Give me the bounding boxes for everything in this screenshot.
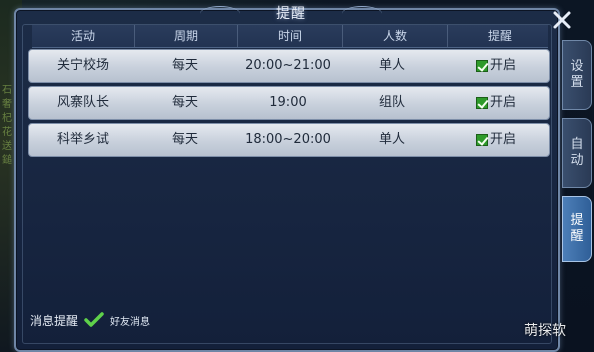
column-header-time: 时间	[238, 25, 343, 47]
message-remind-footer: 消息提醒 好友消息	[30, 308, 150, 332]
activity-people: 单人	[378, 58, 405, 73]
column-header-remind: 提醒	[487, 29, 512, 43]
activity-time: 18:00~20:00	[245, 132, 331, 147]
tab-remind-char-2: 醒	[570, 229, 584, 244]
tab-settings-char-1: 设	[570, 59, 584, 74]
title-ornament-left	[200, 6, 240, 21]
table-row[interactable]: 风寨队长 每天 19:00 组队 开启	[28, 86, 550, 120]
remind-toggle[interactable]: 开启	[444, 50, 548, 82]
table-row[interactable]: 科举乡试 每天 18:00~20:00 单人 开启	[28, 123, 550, 157]
table-header: 活动 周期 时间 人数 提醒	[32, 25, 548, 48]
checkbox-checked-icon[interactable]	[475, 97, 488, 109]
activity-cycle: 每天	[171, 132, 198, 147]
checkmark-icon[interactable]	[84, 311, 104, 329]
activity-people: 单人	[378, 132, 405, 147]
activity-list: 关宁校场 每天 20:00~21:00 单人 开启 风寨队长 每天 19:00 …	[28, 49, 550, 160]
tab-auto[interactable]: 自 动	[562, 118, 592, 188]
activity-name: 关宁校场	[56, 58, 109, 73]
tab-remind[interactable]: 提 醒	[562, 196, 592, 262]
remind-label: 开启	[489, 132, 516, 147]
remind-label: 开启	[489, 58, 516, 73]
remind-toggle[interactable]: 开启	[444, 124, 548, 156]
remind-label: 开启	[489, 95, 516, 110]
tab-auto-char-2: 动	[570, 153, 584, 168]
game-screen: 石奢杞花送鎚 提醒 活动 周期 时间 人数 提醒 关宁校场 每天 20:00~2…	[0, 0, 594, 352]
tab-settings-char-2: 置	[570, 75, 584, 90]
tab-remind-char-1: 提	[570, 213, 584, 228]
title-ornament-right	[342, 6, 382, 21]
title-bar: 提醒	[200, 2, 382, 24]
activity-cycle: 每天	[171, 95, 198, 110]
window-title: 提醒	[276, 6, 306, 22]
close-icon[interactable]	[550, 8, 574, 32]
activity-cycle: 每天	[171, 58, 198, 73]
activity-name: 科举乡试	[56, 132, 109, 147]
column-header-cycle: 周期	[135, 25, 238, 47]
tab-settings[interactable]: 设 置	[562, 40, 592, 110]
column-header-people: 人数	[343, 25, 448, 47]
activity-time: 19:00	[269, 95, 307, 110]
watermark-logo: 萌探软	[524, 323, 566, 339]
column-header-activity: 活动	[32, 25, 135, 47]
friend-message-option[interactable]: 好友消息	[110, 313, 150, 328]
message-remind-label: 消息提醒	[30, 313, 79, 328]
activity-time: 20:00~21:00	[245, 58, 331, 73]
activity-name: 风寨队长	[56, 95, 109, 110]
checkbox-checked-icon[interactable]	[475, 60, 488, 72]
tab-auto-char-1: 自	[570, 137, 584, 152]
activity-people: 组队	[378, 95, 405, 110]
remind-toggle[interactable]: 开启	[444, 87, 548, 119]
checkbox-checked-icon[interactable]	[475, 134, 488, 146]
table-row[interactable]: 关宁校场 每天 20:00~21:00 单人 开启	[28, 49, 550, 83]
